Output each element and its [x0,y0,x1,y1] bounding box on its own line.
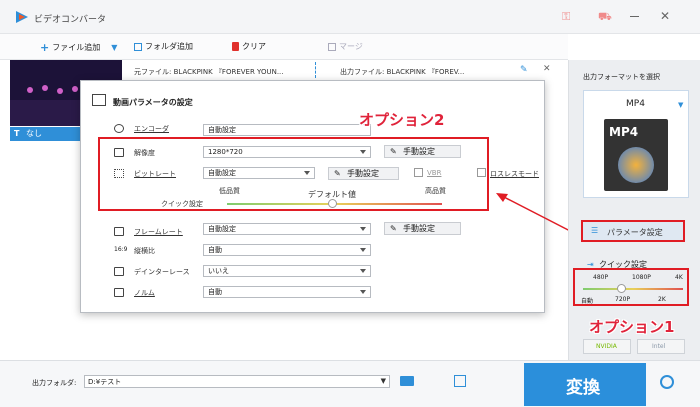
deinterlace-icon [114,267,124,276]
divider [315,62,316,78]
aspect-ratio-label: 縦横比 [134,247,155,255]
framerate-label: フレームレート [134,228,183,236]
app-logo-icon [16,11,28,23]
q-4k: 4K [675,274,683,281]
alarm-clock-icon[interactable] [660,375,674,389]
norm-select[interactable]: 自動 [203,286,371,298]
nvidia-badge[interactable]: NVIDIA [583,339,631,354]
lossless-label: ロスレスモード [490,170,539,178]
parameter-settings-button[interactable]: ☰ パラメータ設定 [581,220,685,242]
manual-label: 手動設定 [403,224,435,233]
toolbar: + ファイル追加 ▼ フォルダ追加 クリア マージ [0,34,568,60]
merge-label: マージ [339,42,363,51]
clear-label: クリア [242,42,266,51]
encoder-icon [114,124,124,133]
encoder-value: 自動設定 [208,126,236,134]
output-folder-label: 出力フォルダ: [32,379,77,387]
intel-label: Intel [652,343,666,350]
aspect-ratio-select[interactable]: 自動 [203,244,371,256]
parameter-settings-label: パラメータ設定 [607,228,663,237]
bottom-bar: 出力フォルダ: D:¥テスト ▼ 変換 [0,360,700,407]
deinterlace-value: いいえ [208,267,229,275]
chevron-down-icon [360,269,366,273]
quick-slider-handle[interactable] [617,284,626,293]
pencil-icon: ✎ [390,224,397,233]
text-icon: T [14,129,20,138]
framerate-manual-button[interactable]: ✎ 手動設定 [384,222,461,235]
edit-icon[interactable]: ✎ [520,65,528,75]
plus-icon: + [40,41,50,54]
add-file-label: ファイル追加 [52,43,101,52]
trash-icon [232,42,239,51]
output-file: 出力ファイル: BLACKPINK 『FOREV... [340,68,465,76]
mp4-file-icon: MP4 [604,119,668,191]
deinterlace-label: デインターレース [134,268,190,276]
framerate-icon [114,227,124,236]
chevron-down-icon[interactable]: ▼ [381,377,386,385]
sliders-icon: ☰ [591,226,599,235]
clear-button[interactable]: クリア [232,41,266,52]
encoder-label: エンコーダ [134,125,169,133]
option1-annotation: オプション1 [589,318,675,336]
balloon-icon [618,147,654,183]
output-folder-value: D:¥テスト [88,378,122,386]
q-720p: 720P [615,296,631,303]
add-folder-button[interactable]: フォルダ追加 [134,41,193,52]
minimize-icon[interactable] [630,16,639,17]
norm-label: ノルム [134,289,155,297]
chevron-down-icon [360,290,366,294]
key-icon[interactable]: ⚿ [562,10,570,24]
open-output-icon[interactable] [454,375,466,387]
merge-button[interactable]: マージ [328,41,363,52]
nvidia-label: NVIDIA [596,343,617,350]
chevron-down-icon[interactable]: ▼ [111,43,117,52]
option2-highlight [98,137,489,211]
intel-badge[interactable]: Intel [637,339,685,354]
remove-file-icon[interactable]: ✕ [543,64,551,74]
framerate-value: 自動設定 [208,225,236,233]
norm-value: 自動 [208,288,222,296]
framerate-select[interactable]: 自動設定 [203,223,371,235]
aspect-ratio-icon: 16:9 [114,246,128,253]
right-panel: 出力フォーマットを選択 MP4 ▼ MP4 ☰ パラメータ設定 ⇥ クイック設定… [568,60,700,360]
chevron-down-icon [360,248,366,252]
mp4-badge: MP4 [609,125,639,139]
norm-icon [114,288,124,297]
cart-icon[interactable]: ⛟ [598,10,612,25]
subtitle-value: なし [26,129,43,138]
chevron-down-icon[interactable]: ▼ [678,101,683,109]
convert-button[interactable]: 変換 [524,363,646,406]
close-icon[interactable]: ✕ [660,9,670,23]
folder-icon[interactable] [400,376,414,386]
source-file: 元ファイル: BLACKPINK 『FOREVER YOUN... [134,68,284,76]
q-1080p: 1080P [632,274,651,281]
convert-label: 変換 [566,378,600,398]
merge-icon [328,42,336,51]
output-folder-input[interactable]: D:¥テスト ▼ [84,375,390,388]
quick-resolution-slider[interactable] [583,288,683,290]
settings-icon [92,94,106,106]
deinterlace-select[interactable]: いいえ [203,265,371,277]
chevron-down-icon [360,227,366,231]
format-name: MP4 [626,99,645,109]
dialog-title: 動画パラメータの設定 [113,98,193,107]
option2-annotation: オプション2 [359,111,445,129]
q-2k: 2K [658,296,666,303]
title-bar: ビデオコンバータ ⚿ ⛟ ✕ [0,0,700,34]
add-folder-label: フォルダ追加 [145,42,193,51]
folder-plus-icon [134,42,142,51]
encoder-select[interactable]: 自動設定 [203,124,371,136]
arrow-icon [496,193,577,235]
q-auto: 自動 [581,298,594,305]
aspect-ratio-value: 自動 [208,246,222,254]
add-file-button[interactable]: + ファイル追加 ▼ [40,41,117,54]
format-title: 出力フォーマットを選択 [583,73,660,81]
window-title: ビデオコンバータ [34,15,107,25]
q-480p: 480P [593,274,609,281]
format-card[interactable]: MP4 ▼ MP4 [583,90,689,198]
